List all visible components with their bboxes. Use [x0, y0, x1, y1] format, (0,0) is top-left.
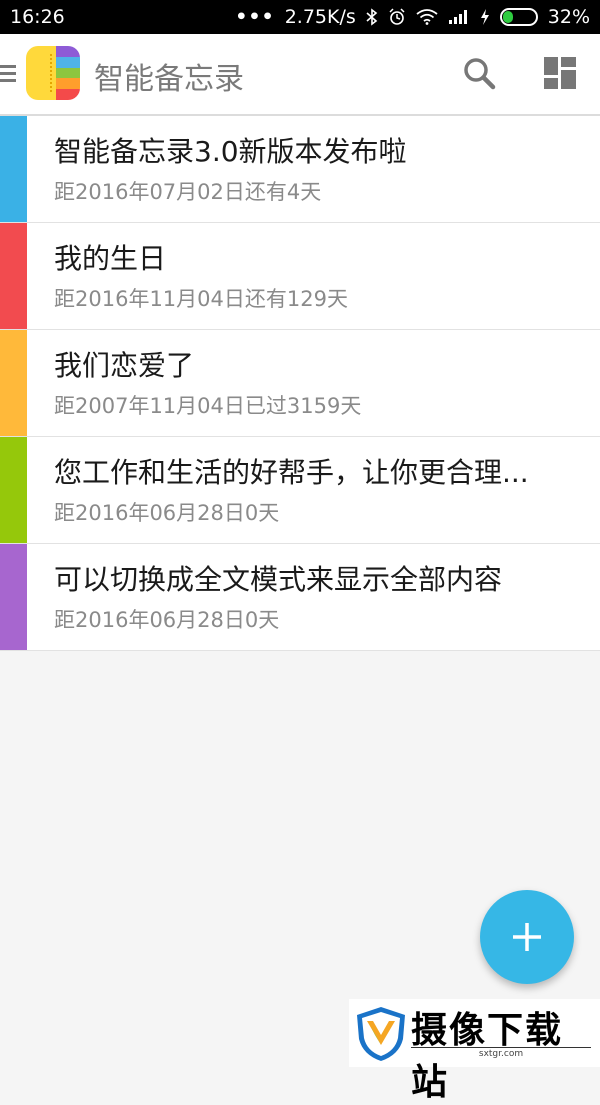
charging-icon — [480, 9, 489, 25]
list-item[interactable]: 我们恋爱了 距2007年11月04日已过3159天 — [0, 330, 600, 437]
item-subtitle: 距2007年11月04日已过3159天 — [54, 394, 362, 418]
logo-notebook-cover — [26, 46, 56, 100]
logo-tab — [56, 89, 80, 100]
item-title: 您工作和生活的好帮手，让你更合理... — [54, 456, 529, 489]
logo-color-tabs — [56, 46, 80, 100]
item-title: 我们恋爱了 — [54, 349, 195, 382]
item-title: 智能备忘录3.0新版本发布啦 — [54, 135, 407, 168]
memo-list: 智能备忘录3.0新版本发布啦 距2016年07月02日还有4天 我的生日 距20… — [0, 116, 600, 651]
item-color-bar — [0, 330, 27, 436]
app-logo — [26, 46, 80, 100]
status-bar: 16:26 ••• 2.75K/s 32% — [0, 0, 600, 34]
item-subtitle: 距2016年07月02日还有4天 — [54, 180, 322, 204]
more-dots: ••• — [235, 6, 275, 28]
menu-icon[interactable] — [0, 62, 18, 88]
list-item[interactable]: 我的生日 距2016年11月04日还有129天 — [0, 223, 600, 330]
alarm-icon — [389, 8, 405, 25]
logo-tab — [56, 67, 80, 79]
status-time: 16:26 — [10, 6, 65, 28]
signal-icon — [448, 10, 467, 24]
item-title: 我的生日 — [54, 242, 167, 275]
app-bar: 智能备忘录 — [0, 34, 600, 116]
item-title: 可以切换成全文模式来显示全部内容 — [54, 563, 503, 596]
search-icon[interactable] — [460, 54, 500, 94]
app-title: 智能备忘录 — [94, 62, 244, 97]
item-color-bar — [0, 223, 27, 329]
item-color-bar — [0, 437, 27, 543]
logo-tab — [56, 78, 80, 90]
status-indicators: ••• 2.75K/s 32% — [235, 6, 590, 28]
item-subtitle: 距2016年06月28日0天 — [54, 501, 280, 525]
add-memo-button[interactable] — [480, 890, 574, 984]
item-color-bar — [0, 544, 27, 650]
logo-tab — [56, 46, 80, 57]
battery-icon — [499, 8, 538, 26]
watermark-shield-logo — [357, 1007, 405, 1061]
watermark-url: sxtgr.com — [411, 1047, 591, 1059]
battery-level — [502, 11, 513, 23]
list-item[interactable]: 智能备忘录3.0新版本发布啦 距2016年07月02日还有4天 — [0, 116, 600, 223]
watermark: 摄像下载站 sxtgr.com — [349, 999, 600, 1103]
battery-percent: 32% — [547, 6, 590, 28]
item-color-bar — [0, 116, 27, 222]
plus-icon — [480, 890, 574, 984]
wifi-icon — [416, 9, 438, 25]
bluetooth-icon — [366, 8, 378, 26]
logo-tab — [56, 56, 80, 68]
item-subtitle: 距2016年11月04日还有129天 — [54, 287, 348, 311]
item-subtitle: 距2016年06月28日0天 — [54, 608, 280, 632]
network-speed: 2.75K/s — [284, 6, 356, 28]
list-item[interactable]: 您工作和生活的好帮手，让你更合理... 距2016年06月28日0天 — [0, 437, 600, 544]
list-item[interactable]: 可以切换成全文模式来显示全部内容 距2016年06月28日0天 — [0, 544, 600, 651]
layout-toggle-icon[interactable] — [543, 56, 577, 90]
